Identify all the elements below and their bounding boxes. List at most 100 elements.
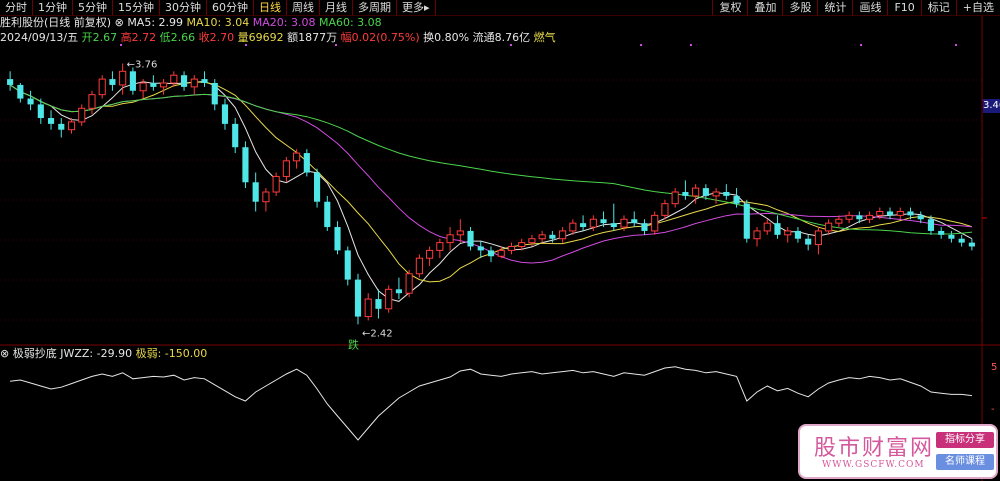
candle-body [78,107,86,123]
candle-body [917,215,924,220]
candle-body [272,175,280,193]
candle-body [805,238,812,245]
candle-body [620,218,628,228]
candle-body [856,215,863,220]
candle-body [600,219,607,224]
candle-body [47,118,55,124]
candle-body [293,152,301,162]
candle-body [723,192,730,196]
candle-body [252,182,259,202]
indicator-title-line: ⊗ 极弱抄底 JWZZ: -29.90 极弱: -150.00 [0,347,207,361]
candle-body [814,230,822,246]
candle-body [784,230,792,236]
candle-body [27,98,34,105]
candle-body [7,79,14,85]
candle-body [712,191,720,197]
candle-body [507,246,516,251]
candle-body [303,153,310,173]
candle-body [139,82,147,92]
candle-body [825,222,833,232]
candle-body [232,123,239,148]
marker-dot-0 [120,44,122,46]
candle-body [631,219,638,224]
candle-body [763,222,771,232]
logo-tag-indicator: 指标分享 [936,432,994,448]
candle-body [733,195,740,204]
candle-body [37,104,44,119]
candle-body [549,234,556,239]
candle-body [354,279,362,317]
candle-body [385,288,393,310]
candle-body [67,121,76,131]
candle-body [221,104,229,124]
candle-body [456,230,464,236]
candle-body [487,250,495,257]
candle-body [610,223,617,228]
candle-body [262,191,270,203]
candle-body [405,273,413,294]
candle-body [958,238,965,243]
candle-body [477,246,484,251]
candle-body [948,234,955,239]
watermark-logo: 股市财富网 WWW.GSCFW.COM 指标分享 名师课程 [798,424,998,479]
candle-body [835,218,843,224]
kline-chart[interactable]: ←3.76 ←2.42跌 [0,0,1000,481]
candle-body [282,160,290,177]
candle-body [651,214,659,232]
candle-body [344,250,351,280]
marker-dot-1 [245,44,247,46]
indicator-axis-top: 5 [991,362,998,373]
indicator-axis-bottom: - [991,404,995,415]
candle-body [190,78,198,88]
logo-tag-course: 名师课程 [936,454,994,470]
candle-body [497,249,505,257]
candle-body [927,219,935,231]
candle-body [528,238,536,244]
candle-body [774,223,781,235]
candle-body [313,172,321,202]
indicator-jiruo: 极弱: -150.00 [135,347,208,360]
ma20-line [9,84,972,264]
indicator-jwzz: JWZZ: -29.90 [60,347,133,360]
candle-body [794,230,802,239]
candle-body [395,289,402,294]
candle-body [446,234,454,244]
ma5-line [9,80,973,302]
candle-body [559,230,567,240]
candle-body [129,71,136,91]
logo-main-text: 股市财富网 [814,436,935,461]
candle-body [865,214,874,220]
candle-body [17,84,24,99]
signal-label: 跌 [348,337,359,351]
marker-dot-3 [510,44,512,46]
marker-dot-6 [860,44,862,46]
candle-body [538,234,546,240]
candle-body [682,192,689,196]
marker-dot-7 [955,44,957,46]
candle-body [743,203,750,239]
marker-dot-5 [690,44,692,46]
candle-body [170,74,178,84]
candle-body [518,242,526,248]
candle-body [242,147,249,183]
candle-body [180,75,188,87]
candle-body [436,242,444,251]
candle-body [364,298,372,318]
candle-body [907,211,914,216]
candle-body [938,230,945,235]
candle-body [58,123,65,130]
indicator-name[interactable]: 极弱抄底 [13,347,57,360]
candle-body [569,222,577,232]
candle-body [98,78,106,96]
price-tag: 3.46 [983,99,1000,113]
candle-body [589,218,597,228]
candle-body [876,210,884,216]
marker-dot-2 [335,44,337,46]
high-price-label: ←3.76 [127,60,158,71]
candle-body [150,82,157,87]
candle-body [426,249,434,259]
candle-body [692,187,700,197]
candle-body [201,79,208,83]
candle-body [324,201,331,228]
indicator-settings-icon[interactable]: ⊗ [0,347,9,360]
